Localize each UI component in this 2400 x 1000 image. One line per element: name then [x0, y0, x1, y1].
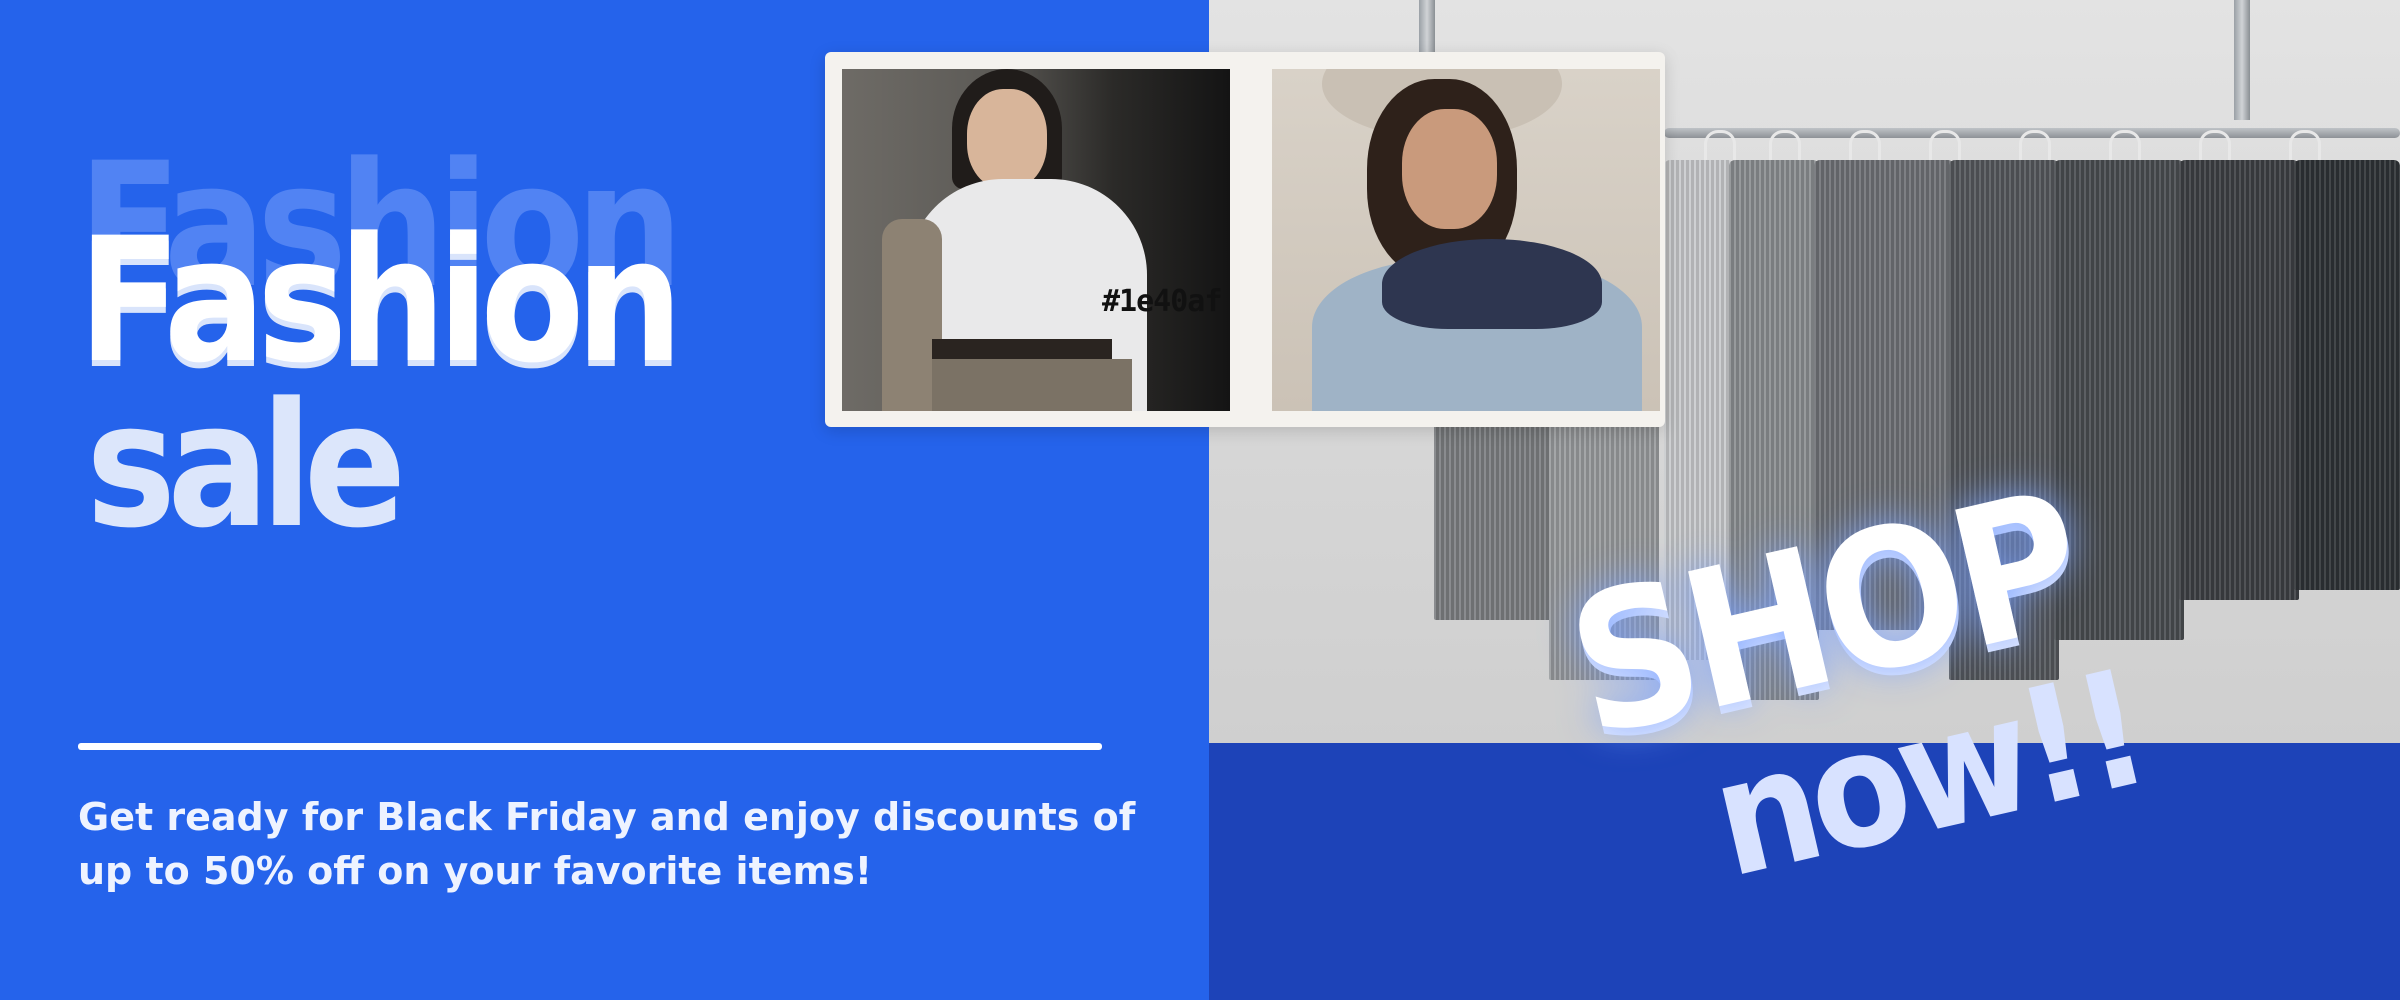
photo-card	[825, 52, 1665, 427]
color-tag-label: #1e40af	[1102, 284, 1222, 319]
model-sweater	[1382, 239, 1602, 329]
headline-fashion: Fashion	[78, 200, 683, 401]
divider-line	[78, 743, 1102, 750]
model-face	[1402, 109, 1497, 229]
wall-pole	[2234, 0, 2250, 120]
garment	[2294, 160, 2400, 590]
headline-sale: sale	[86, 365, 406, 566]
garment	[2179, 160, 2299, 600]
model-trousers	[932, 359, 1132, 411]
promo-text: Get ready for Black Friday and enjoy dis…	[78, 795, 1136, 893]
model-face	[967, 89, 1047, 189]
model-belt	[932, 339, 1112, 359]
model-photo-left	[842, 69, 1230, 411]
model-photo-right	[1272, 69, 1660, 411]
